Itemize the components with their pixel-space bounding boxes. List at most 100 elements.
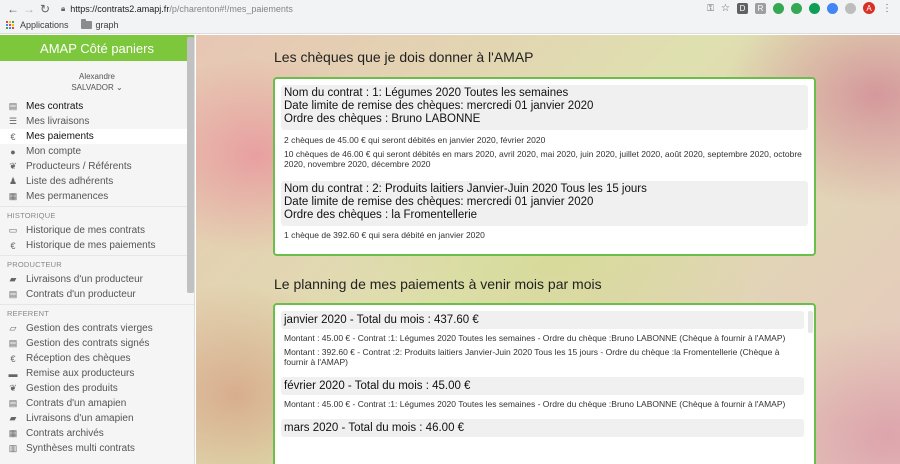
cheque-line: 10 chèques de 46.00 € qui seront débités… [284, 149, 802, 169]
sidebar-item-mon-compte[interactable]: ● Mon compte [0, 144, 194, 159]
sidebar-item-historique-paiements[interactable]: € Historique de mes paiements [0, 238, 194, 253]
leaf-icon: ❦ [9, 161, 17, 171]
document-icon: ▤ [8, 398, 18, 408]
sidebar-item-contrats-archives[interactable]: ▦ Contrats archivés [0, 426, 194, 441]
truck-icon: ▰ [9, 274, 17, 284]
contract-deadline: Date limite de remise des chèques: mercr… [284, 100, 594, 112]
sidebar-item-historique-contrats[interactable]: ▭ Historique de mes contrats [0, 223, 194, 238]
sidebar-item-mes-contrats[interactable]: ▤ Mes contrats [0, 99, 194, 114]
ext-blue-icon[interactable] [827, 2, 838, 14]
menu-main: ▤ Mes contrats ☰ Mes livraisons € Mes pa… [0, 99, 194, 204]
user-menu[interactable]: SALVADOR ⌄ [0, 82, 194, 93]
section-referent: REFERENT [0, 304, 194, 318]
sidebar-item-syntheses-multi-contrats[interactable]: ▥ Synthèses multi contrats [0, 441, 194, 456]
sidebar-item-gestion-contrats-signes[interactable]: ▤ Gestion des contrats signés [0, 336, 194, 351]
sidebar-item-label: Remise aux producteurs [26, 368, 135, 379]
cheque-line: 1 chèque de 392.60 € qui sera débité en … [284, 230, 485, 240]
users-icon: ♟ [8, 176, 18, 186]
euro-icon: € [10, 131, 16, 142]
sidebar-item-reception-cheques[interactable]: € Réception des chèques [0, 351, 194, 366]
user-icon: ● [10, 146, 16, 157]
sidebar-item-gestion-produits[interactable]: ❦ Gestion des produits [0, 381, 194, 396]
sidebar-item-liste-adherents[interactable]: ♟ Liste des adhérents [0, 174, 194, 189]
extensions-bar: ⚿ ☆ D R A ⋮ [707, 2, 892, 14]
sidebar-item-livraisons-amapien[interactable]: ▰ Livraisons d'un amapien [0, 411, 194, 426]
month-header: février 2020 - Total du mois : 45.00 € [281, 377, 804, 395]
back-arrow-icon[interactable]: ← [5, 1, 21, 17]
section-producteur: PRODUCTEUR [0, 255, 194, 269]
menu-historique: ▭ Historique de mes contrats € Historiqu… [0, 223, 194, 253]
sidebar-item-label: Mon compte [26, 146, 82, 157]
document-icon: ▤ [8, 289, 18, 299]
sidebar: AMAP Côté paniers Alexandre SALVADOR ⌄ ▤… [0, 35, 195, 464]
sidebar-item-mes-permanences[interactable]: ▦ Mes permanences [0, 189, 194, 204]
forward-arrow-icon[interactable]: → [21, 1, 37, 17]
reload-icon[interactable]: ↻ [37, 1, 53, 17]
clipboard-icon: ▤ [8, 101, 18, 111]
avatar-icon[interactable]: A [863, 2, 875, 14]
sidebar-item-label: Réception des chèques [26, 353, 131, 364]
app-title[interactable]: AMAP Côté paniers [0, 35, 194, 61]
sidebar-item-contrats-amapien[interactable]: ▤ Contrats d'un amapien [0, 396, 194, 411]
month-header: mars 2020 - Total du mois : 46.00 € [281, 419, 804, 437]
euro-icon: € [10, 353, 16, 364]
ext-d-icon[interactable]: D [737, 2, 748, 14]
sidebar-item-label: Mes paiements [26, 131, 94, 142]
sidebar-item-mes-livraisons[interactable]: ☰ Mes livraisons [0, 114, 194, 129]
sidebar-scrollbar[interactable] [187, 37, 194, 293]
planning-card: janvier 2020 - Total du mois : 437.60 € … [273, 303, 816, 464]
sidebar-item-label: Contrats archivés [26, 428, 104, 439]
month-header: janvier 2020 - Total du mois : 437.60 € [281, 311, 804, 329]
sidebar-item-label: Mes livraisons [26, 116, 90, 127]
ext-green-3-icon[interactable] [809, 2, 820, 14]
sidebar-item-label: Producteurs / Référents [26, 161, 132, 172]
payment-line: Montant : 45.00 € - Contrat :1: Légumes … [284, 399, 786, 409]
cheques-card: Nom du contrat : 1: Légumes 2020 Toutes … [273, 77, 816, 256]
bookmark-label: graph [95, 20, 119, 30]
star-icon[interactable]: ☆ [721, 3, 730, 14]
folder-icon [80, 19, 92, 29]
ext-r-icon[interactable]: R [755, 2, 766, 14]
chart-icon: ▥ [8, 443, 18, 453]
cheque-line: 2 chèques de 45.00 € qui seront débités … [284, 135, 546, 145]
sidebar-item-label: Historique de mes contrats [26, 225, 145, 236]
browser-toolbar: ← → ↻ 🔒︎ https://contrats2.amapj.fr/p/ch… [0, 0, 900, 17]
menu-kebab-icon[interactable]: ⋮ [882, 3, 892, 14]
key-icon[interactable]: ⚿ [707, 3, 714, 14]
ext-green-1-icon[interactable] [773, 2, 784, 14]
ext-gray-icon[interactable] [845, 2, 856, 14]
folder-icon: ▭ [8, 225, 18, 235]
bookmark-label: Applications [20, 20, 69, 30]
money-icon: ▬ [8, 368, 18, 379]
sidebar-item-label: Gestion des contrats vierges [26, 323, 153, 334]
sidebar-item-mes-paiements[interactable]: € Mes paiements [0, 129, 194, 144]
user-first-name: Alexandre [78, 72, 116, 81]
bookmark-graph[interactable]: graph [80, 19, 119, 30]
planning-title: Le planning de mes paiements à venir moi… [274, 276, 602, 292]
address-bar[interactable]: 🔒︎ https://contrats2.amapj.fr/p/charento… [61, 1, 701, 16]
planning-scrollbar[interactable] [808, 311, 813, 333]
ext-green-2-icon[interactable] [791, 2, 802, 14]
sidebar-item-contrats-producteur[interactable]: ▤ Contrats d'un producteur [0, 287, 194, 302]
euro-icon: € [10, 240, 16, 251]
lock-icon: 🔒︎ [61, 3, 66, 13]
apps-grid-icon [6, 20, 15, 30]
sidebar-item-gestion-contrats-vierges[interactable]: ▱ Gestion des contrats vierges [0, 321, 194, 336]
sidebar-item-label: Livraisons d'un producteur [26, 274, 143, 285]
cheques-title: Les chèques que je dois donner à l'AMAP [274, 49, 534, 65]
contract-order: Ordre des chèques : la Fromentellerie [284, 209, 478, 221]
sidebar-item-producteurs-referents[interactable]: ❦ Producteurs / Référents [0, 159, 194, 174]
sidebar-item-remise-producteurs[interactable]: ▬ Remise aux producteurs [0, 366, 194, 381]
bookmark-applications[interactable]: Applications [6, 20, 69, 30]
calendar-icon: ▦ [8, 191, 18, 201]
sidebar-item-label: Liste des adhérents [26, 176, 114, 187]
main-content: Les chèques que je dois donner à l'AMAP … [196, 35, 900, 464]
url-host: https://contrats2.amapj.fr [70, 3, 170, 14]
sidebar-item-label: Mes permanences [26, 191, 109, 202]
contract-name: Nom du contrat : 1: Légumes 2020 Toutes … [284, 87, 569, 99]
sidebar-item-livraisons-producteur[interactable]: ▰ Livraisons d'un producteur [0, 272, 194, 287]
sidebar-item-label: Contrats d'un amapien [26, 398, 127, 409]
menu-producteur: ▰ Livraisons d'un producteur ▤ Contrats … [0, 272, 194, 302]
file-signed-icon: ▤ [8, 338, 18, 348]
sidebar-item-label: Gestion des contrats signés [26, 338, 150, 349]
